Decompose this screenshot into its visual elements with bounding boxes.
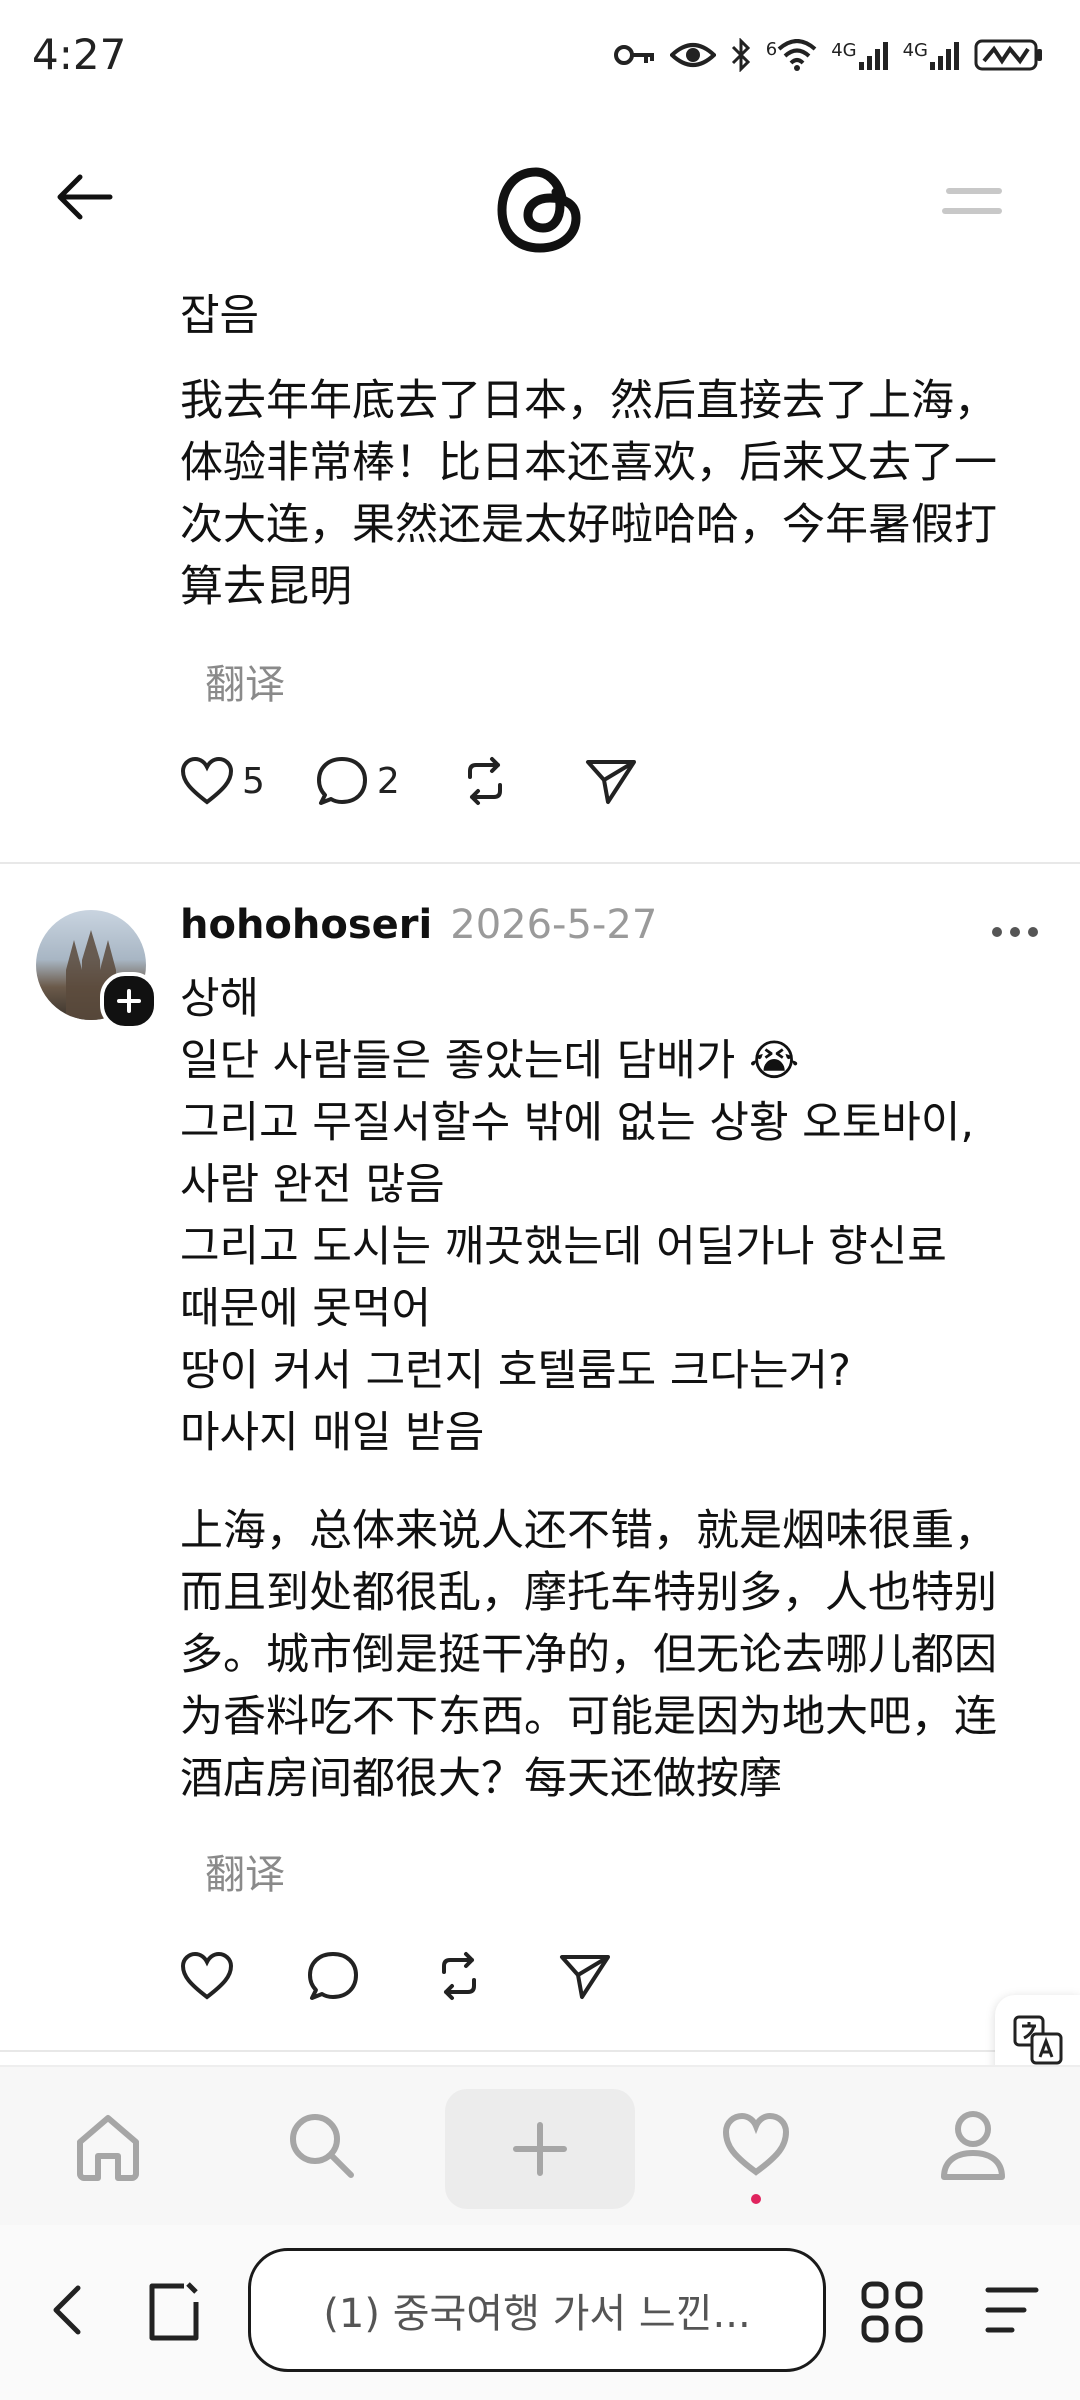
- url-bar[interactable]: (1) 중국여행 가서 느낀...: [248, 2248, 826, 2372]
- comment-icon: [316, 757, 367, 805]
- tabs-icon[interactable]: [144, 2280, 208, 2344]
- text-line: 사람 완전 많음: [180, 1160, 445, 1210]
- text-line: 일단 사람들은 좋았는데 담배가 😭: [180, 1036, 800, 1086]
- plus-icon: [513, 2122, 567, 2176]
- text-line: 마사지 매일 받음: [180, 1408, 485, 1458]
- wifi-icon: [777, 39, 817, 71]
- text-line: 而且到处都很乱，摩托车特别多，人也特别: [180, 1568, 997, 1618]
- notification-dot: [751, 2194, 761, 2204]
- signal-2: 4G: [903, 40, 960, 70]
- text-line: 为香料吃不下东西。可能是因为地大吧，连: [180, 1692, 997, 1742]
- text-line: 그리고 도시는 깨끗했는데 어딜가나 향신료: [180, 1222, 947, 1272]
- follow-button[interactable]: [100, 972, 158, 1030]
- post2-chinese-text: 上海，总体来说人还不错，就是烟味很重， 而且到处都很乱，摩托车特别多，人也特别 …: [180, 1500, 1060, 1810]
- like-button[interactable]: 5: [180, 756, 265, 806]
- new-post-button[interactable]: [445, 2089, 635, 2209]
- post1-korean-text: 잡음: [180, 291, 260, 341]
- bottom-tab-bar: [0, 2065, 1080, 2227]
- back-arrow-icon[interactable]: [52, 165, 116, 229]
- comment-button[interactable]: [306, 1950, 360, 2002]
- text-line: 体验非常棒！比日本还喜欢，后来又去了一: [180, 438, 997, 488]
- browser-menu-icon[interactable]: [982, 2282, 1042, 2338]
- translate-icon: [1013, 2015, 1062, 2065]
- text-line: 때문에 못먹어: [180, 1284, 432, 1334]
- profile-icon[interactable]: [938, 2107, 1008, 2183]
- signal-1: 4G: [831, 40, 888, 70]
- search-icon[interactable]: [285, 2109, 357, 2181]
- text-line: 酒店房间都很大？每天还做按摩: [180, 1754, 782, 1804]
- post2-header: hohohoseri 2026-5-27: [180, 902, 657, 948]
- send-icon: [585, 760, 636, 804]
- key-icon: [613, 45, 654, 65]
- threads-logo-icon[interactable]: [490, 160, 590, 260]
- post1-chinese-text: 我去年年底去了日本，然后直接去了上海， 体验非常棒！比日本还喜欢，后来又去了一 …: [180, 370, 1060, 618]
- text-line: 多。城市倒是挺干净的，但无论去哪儿都因: [180, 1630, 997, 1680]
- post2-korean-text: 상해 일단 사람들은 좋았는데 담배가 😭 그리고 무질서할수 밖에 없는 상황…: [180, 968, 1060, 1464]
- wifi-indicator: 6: [766, 39, 817, 71]
- more-options-icon[interactable]: [990, 925, 1040, 939]
- text-line: 그리고 무질서할수 밖에 없는 상황 오토바이,: [180, 1098, 975, 1148]
- wifi-label: 6: [765, 39, 778, 60]
- repost-button[interactable]: [432, 1950, 486, 2002]
- post1-translate-button[interactable]: 翻译: [205, 652, 285, 710]
- post2-translate-button[interactable]: 翻译: [205, 1842, 285, 1900]
- apps-grid-icon[interactable]: [860, 2280, 924, 2344]
- text-line: 我去年年底去了日本，然后直接去了上海，: [180, 376, 997, 426]
- home-icon[interactable]: [72, 2112, 144, 2182]
- like-count: 5: [242, 760, 265, 802]
- text-line: 땅이 커서 그런지 호텔룸도 크다는거?: [180, 1346, 851, 1396]
- comment-count: 2: [376, 760, 400, 802]
- plus-icon: [117, 989, 141, 1013]
- activity-heart-icon[interactable]: [720, 2112, 792, 2178]
- heart-icon: [180, 756, 234, 805]
- comment-icon: [308, 1952, 358, 2000]
- signal-bars-icon: [930, 42, 959, 70]
- signal-1-label: 4G: [831, 40, 857, 61]
- menu-icon[interactable]: [938, 182, 1008, 222]
- username[interactable]: hohohoseri: [180, 902, 432, 948]
- comment-button[interactable]: 2: [315, 755, 400, 807]
- share-button[interactable]: [558, 1951, 612, 2001]
- post-date: 2026-5-27: [450, 902, 658, 948]
- status-icons: 6 4G 4G: [613, 38, 1044, 72]
- bluetooth-icon: [731, 38, 750, 72]
- signal-2-label: 4G: [902, 40, 928, 61]
- post-divider: [0, 2050, 1080, 2052]
- text-line: 算去昆明: [180, 562, 352, 612]
- send-icon: [560, 1955, 610, 1999]
- text-line: 상해: [180, 974, 260, 1024]
- like-button[interactable]: [180, 1951, 234, 2001]
- text-line: 上海，总体来说人还不错，就是烟味很重，: [180, 1506, 997, 1556]
- repost-icon: [467, 757, 502, 805]
- post-divider: [0, 862, 1080, 864]
- post2-actions: [180, 1950, 612, 2002]
- heart-icon: [180, 1951, 234, 2000]
- repost-icon: [442, 1952, 476, 2000]
- post1-actions: 5 2: [180, 755, 638, 807]
- browser-back-icon[interactable]: [48, 2282, 84, 2338]
- share-button[interactable]: [584, 756, 638, 806]
- text-line: 次大连，果然还是太好啦哈哈，今年暑假打: [180, 500, 997, 550]
- signal-bars-icon: [858, 42, 888, 70]
- clock: 4:27: [32, 30, 127, 79]
- eye-icon: [669, 43, 716, 67]
- repost-button[interactable]: [458, 755, 512, 807]
- battery-icon: [974, 39, 1042, 71]
- status-bar: 4:27 6 4G 4G: [0, 0, 1080, 110]
